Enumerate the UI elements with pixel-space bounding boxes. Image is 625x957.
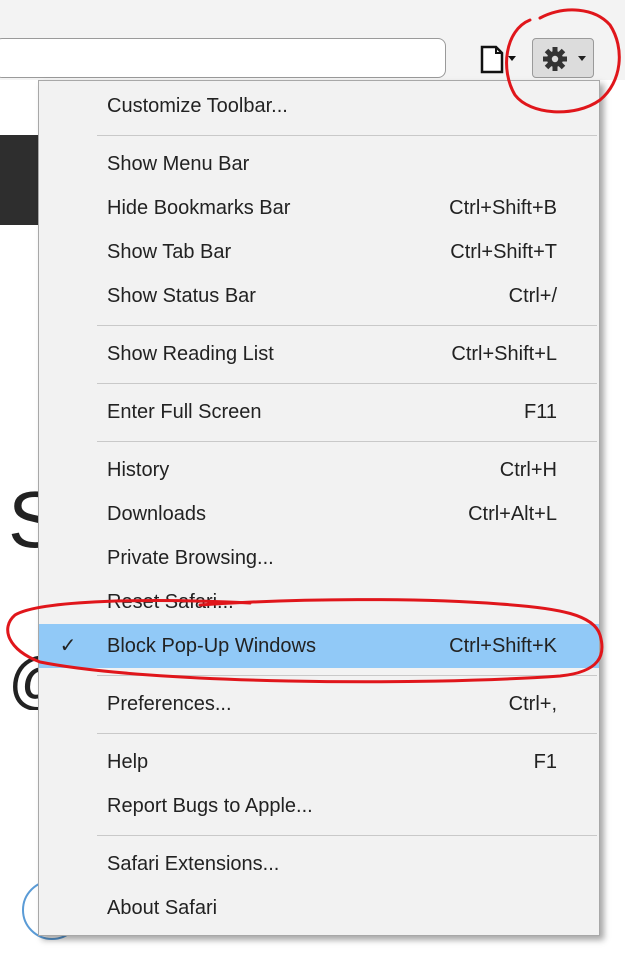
menu-item-label: Safari Extensions... [107,853,280,875]
menu-item-reset-safari[interactable]: Reset Safari... [39,580,599,624]
menu-item-shortcut: F1 [533,751,557,773]
menu-separator [97,325,597,326]
menu-item-label: History [107,459,170,481]
menu-item-label: Show Status Bar [107,285,256,307]
menu-item-shortcut: Ctrl+Shift+T [450,241,557,263]
settings-dropdown-menu: Customize Toolbar... Show Menu Bar Hide Bo… [38,80,600,936]
menu-item-shortcut: Ctrl+H [499,459,557,481]
menu-item-label: Block Pop-Up Windows [107,635,316,657]
page-header-strip [0,135,40,225]
menu-item-preferences[interactable]: Preferences... Ctrl+, [39,682,599,726]
page-menu-button[interactable] [472,42,524,76]
menu-item-block-pop-up-windows[interactable]: ✓ Block Pop-Up Windows Ctrl+Shift+K [39,624,599,668]
menu-item-label: Enter Full Screen [107,401,262,423]
menu-item-show-tab-bar[interactable]: Show Tab Bar Ctrl+Shift+T [39,230,599,274]
menu-separator [97,733,597,734]
menu-item-report-bugs-to-apple[interactable]: Report Bugs to Apple... [39,784,599,828]
menu-item-show-menu-bar[interactable]: Show Menu Bar [39,142,599,186]
checkmark-icon: ✓ [59,635,77,657]
menu-item-label: Show Tab Bar [107,241,232,263]
menu-separator [97,675,597,676]
menu-item-label: Preferences... [107,693,232,715]
menu-item-label: Downloads [107,503,206,525]
menu-item-label: Hide Bookmarks Bar [107,197,291,219]
menu-separator [97,383,597,384]
menu-item-shortcut: Ctrl+Shift+B [449,197,557,219]
menu-item-shortcut: Ctrl+Alt+L [468,503,557,525]
menu-item-label: Show Menu Bar [107,153,250,175]
menu-item-about-safari[interactable]: About Safari [39,886,599,930]
page-menu-icon [480,45,516,74]
menu-item-label: Private Browsing... [107,547,274,569]
menu-item-show-reading-list[interactable]: Show Reading List Ctrl+Shift+L [39,332,599,376]
menu-item-shortcut: Ctrl+, [508,693,557,715]
menu-item-enter-full-screen[interactable]: Enter Full Screen F11 [39,390,599,434]
menu-item-safari-extensions[interactable]: Safari Extensions... [39,842,599,886]
menu-item-shortcut: Ctrl+/ [508,285,557,307]
menu-item-private-browsing[interactable]: Private Browsing... [39,536,599,580]
chevron-down-icon [508,56,516,61]
menu-item-downloads[interactable]: Downloads Ctrl+Alt+L [39,492,599,536]
gear-icon [543,47,586,71]
menu-separator [97,441,597,442]
page-background-text: @ [8,640,40,710]
menu-item-history[interactable]: History Ctrl+H [39,448,599,492]
menu-separator [97,135,597,136]
menu-item-customize-toolbar[interactable]: Customize Toolbar... [39,84,599,128]
menu-item-label: Show Reading List [107,343,274,365]
chevron-down-icon [578,56,586,61]
address-bar[interactable] [0,38,446,78]
menu-item-label: Customize Toolbar... [107,95,288,117]
menu-item-hide-bookmarks-bar[interactable]: Hide Bookmarks Bar Ctrl+Shift+B [39,186,599,230]
settings-menu-button[interactable] [532,38,594,78]
menu-item-label: Help [107,751,149,773]
menu-item-help[interactable]: Help F1 [39,740,599,784]
menu-item-label: Reset Safari... [107,591,234,613]
page-background-text: S [8,480,40,564]
menu-item-shortcut: Ctrl+Shift+K [449,635,557,657]
menu-item-shortcut: Ctrl+Shift+L [451,343,557,365]
menu-item-label: Report Bugs to Apple... [107,795,313,817]
menu-item-show-status-bar[interactable]: Show Status Bar Ctrl+/ [39,274,599,318]
browser-toolbar [0,0,625,80]
menu-separator [97,835,597,836]
menu-item-label: About Safari [107,897,218,919]
menu-item-shortcut: F11 [524,401,557,423]
